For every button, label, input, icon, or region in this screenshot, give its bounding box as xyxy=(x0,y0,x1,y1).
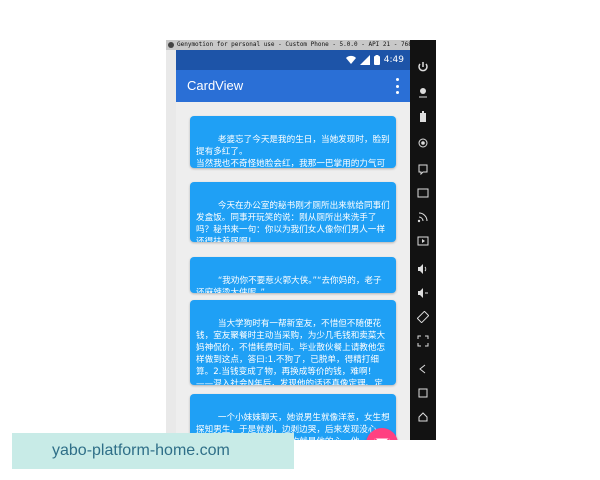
emulator-window: Genymotion for personal use - Custom Pho… xyxy=(166,40,436,440)
id-icon[interactable] xyxy=(416,186,430,200)
signal-icon xyxy=(359,55,370,65)
network-icon[interactable] xyxy=(416,162,430,176)
fullscreen-icon[interactable] xyxy=(416,334,430,348)
watermark-banner: yabo-platform-home.com xyxy=(12,433,294,469)
media-icon[interactable] xyxy=(416,234,430,248)
back-icon[interactable] xyxy=(416,362,430,376)
email-icon xyxy=(374,438,390,440)
card-item[interactable]: 今天在办公室的秘书刚才厕所出来就给同事们发盒饭。同事开玩笑的说：刚从厕所出来洗手… xyxy=(190,182,396,242)
status-time: 4:49 xyxy=(383,55,404,65)
volume-up-icon[interactable] xyxy=(416,262,430,276)
home-icon[interactable] xyxy=(416,410,430,424)
overflow-menu-icon[interactable] xyxy=(392,78,402,94)
status-bar: 4:49 xyxy=(176,50,410,70)
gps-icon[interactable] xyxy=(416,85,430,99)
app-title: CardView xyxy=(187,78,244,93)
card-text: 今天在办公室的秘书刚才厕所出来就给同事们发盒饭。同事开玩笑的说：刚从厕所出来洗手… xyxy=(196,201,390,242)
app-bar: CardView xyxy=(176,70,410,102)
watermark-text: yabo-platform-home.com xyxy=(52,442,230,459)
power-icon[interactable] xyxy=(416,60,430,74)
card-list[interactable]: 老婆忘了今天是我的生日，当她发现时，脸别提有多红了。 当然我也不奇怪她脸会红，我… xyxy=(176,102,410,440)
volume-down-icon[interactable] xyxy=(416,286,430,300)
card-text: 当大学狗时有一帮新室友，不惜但不随便花钱，室友聚餐时主动当采购，为少几毛钱和卖菜… xyxy=(196,319,386,385)
wifi-icon xyxy=(345,55,356,64)
emulator-title: Genymotion for personal use - Custom Pho… xyxy=(177,41,412,48)
rss-icon[interactable] xyxy=(416,210,430,224)
card-text: 老婆忘了今天是我的生日，当她发现时，脸别提有多红了。 当然我也不奇怪她脸会红，我… xyxy=(196,135,390,168)
battery-icon xyxy=(373,55,380,65)
battery-icon[interactable] xyxy=(416,110,430,124)
rotate-icon[interactable] xyxy=(416,310,430,324)
emulator-toolbar xyxy=(410,40,436,440)
phone-screen: 4:49 CardView 老婆忘了今天是我的生日，当她发现时，脸别提有多红了。… xyxy=(176,50,410,440)
card-item[interactable]: 当大学狗时有一帮新室友，不惜但不随便花钱，室友聚餐时主动当采购，为少几毛钱和卖菜… xyxy=(190,300,396,385)
card-text: “我劝你不要惹火郭大侠。”“去你妈的，老子还麻辣烫大侠呢。” xyxy=(196,276,382,293)
card-item[interactable]: “我劝你不要惹火郭大侠。”“去你妈的，老子还麻辣烫大侠呢。” xyxy=(190,257,396,293)
genymotion-logo-icon xyxy=(168,41,174,48)
emulator-titlebar: Genymotion for personal use - Custom Pho… xyxy=(166,40,436,50)
card-item[interactable]: 老婆忘了今天是我的生日，当她发现时，脸别提有多红了。 当然我也不奇怪她脸会红，我… xyxy=(190,116,396,168)
camera-icon[interactable] xyxy=(416,136,430,150)
recents-icon[interactable] xyxy=(416,386,430,400)
status-icons: 4:49 xyxy=(345,53,404,67)
